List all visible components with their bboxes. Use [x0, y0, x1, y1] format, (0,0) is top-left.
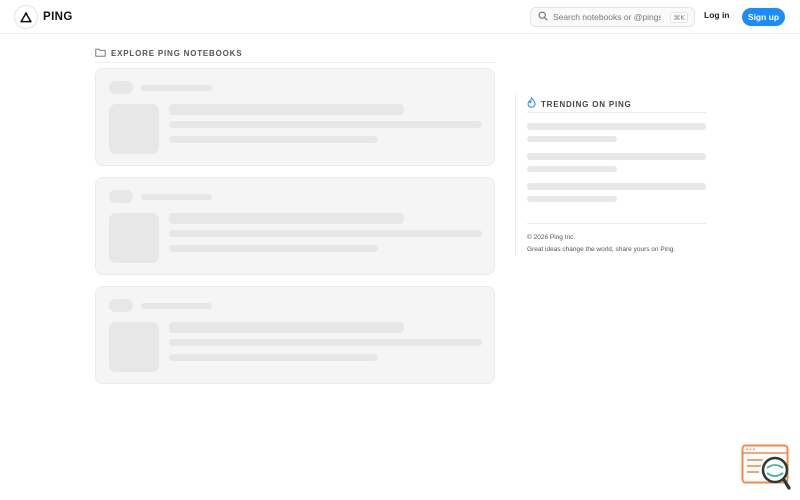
footer-divider — [527, 223, 706, 224]
skeleton-line — [169, 245, 378, 252]
notebook-card-skeleton — [95, 177, 495, 275]
skeleton-title — [169, 104, 404, 115]
skeleton-thumbnail — [109, 322, 159, 372]
search-bar[interactable]: ⌘K — [530, 7, 695, 27]
skeleton-author — [141, 194, 212, 200]
trending-item-skeleton-title — [527, 123, 706, 130]
skeleton-avatar — [109, 190, 133, 203]
trending-item-skeleton-meta — [527, 196, 617, 202]
notebook-card-skeleton — [95, 68, 495, 166]
top-navbar: PING ⌘K Log in Sign up — [0, 0, 800, 34]
trending-sidebar: TRENDING ON PING © 2026 Ping Inc. Great … — [515, 94, 706, 256]
skeleton-avatar — [109, 81, 133, 94]
skeleton-avatar — [109, 299, 133, 312]
skeleton-line — [169, 136, 378, 143]
triangle-logo-icon[interactable] — [14, 5, 38, 29]
login-button[interactable]: Log in — [704, 10, 730, 20]
skeleton-thumbnail — [109, 213, 159, 263]
trending-item-skeleton-title — [527, 153, 706, 160]
notebook-search-icon[interactable] — [741, 444, 791, 490]
folder-icon — [95, 44, 106, 62]
skeleton-line — [169, 230, 482, 237]
trending-header: TRENDING ON PING — [527, 95, 632, 113]
brand[interactable]: PING — [14, 5, 73, 29]
brand-name[interactable]: PING — [43, 11, 73, 23]
search-input[interactable] — [553, 12, 661, 22]
section-title: EXPLORE PING NOTEBOOKS — [111, 48, 243, 58]
section-divider — [95, 62, 495, 63]
trending-item-skeleton-meta — [527, 136, 617, 142]
trending-item-skeleton-title — [527, 183, 706, 190]
tagline-text: Great ideas change the world, share your… — [527, 246, 676, 253]
skeleton-line — [169, 339, 482, 346]
skeleton-title — [169, 322, 404, 333]
skeleton-line — [169, 121, 482, 128]
skeleton-title — [169, 213, 404, 224]
search-icon — [538, 8, 548, 26]
skeleton-author — [141, 303, 212, 309]
trending-divider — [527, 112, 706, 113]
explore-section-header: EXPLORE PING NOTEBOOKS — [95, 44, 242, 62]
notebook-card-skeleton — [95, 286, 495, 384]
trending-title: TRENDING ON PING — [541, 99, 632, 109]
skeleton-line — [169, 354, 378, 361]
skeleton-thumbnail — [109, 104, 159, 154]
trending-item-skeleton-meta — [527, 166, 617, 172]
search-shortcut-badge: ⌘K — [670, 12, 688, 23]
skeleton-author — [141, 85, 212, 91]
flame-icon — [527, 95, 536, 113]
signup-button[interactable]: Sign up — [742, 8, 785, 26]
copyright-text: © 2026 Ping Inc. — [527, 234, 576, 241]
